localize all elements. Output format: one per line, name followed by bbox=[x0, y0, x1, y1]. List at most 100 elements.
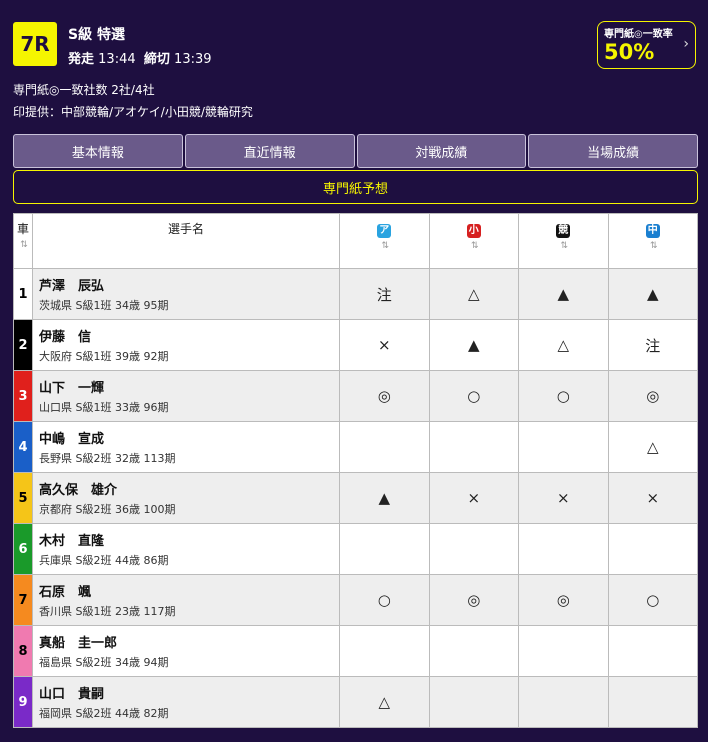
racer-cell[interactable]: 中嶋 宣成長野県 S級2班 32歳 113期 bbox=[32, 421, 340, 473]
prediction-mark bbox=[428, 421, 519, 473]
racer-meta: 兵庫県 S級2班 44歳 86期 bbox=[39, 554, 169, 567]
prediction-mark bbox=[518, 625, 609, 677]
prediction-mark bbox=[428, 676, 519, 728]
col-car-header[interactable]: 車 ⇅ bbox=[13, 213, 33, 269]
racer-cell[interactable]: 高久保 雄介 京都府 S級2班 36歳 100期 bbox=[32, 472, 340, 524]
prediction-mark: 注 bbox=[339, 268, 430, 320]
mark-sources: 印提供：中部競輪/アオケイ/小田競/競輪研究 bbox=[13, 105, 253, 119]
prediction-mark bbox=[518, 523, 609, 575]
car-number: 8 bbox=[13, 625, 33, 677]
race-number-badge: 7R bbox=[13, 22, 57, 66]
start-label: 発走 bbox=[68, 52, 95, 67]
tab-head-to-head[interactable]: 対戦成績 bbox=[356, 134, 527, 168]
start-time: 13:44 bbox=[98, 52, 136, 67]
predictions-table: 車 ⇅ 選手名 ア ⇅ 小 ⇅ 競 ⇅ 中 ⇅ 1 芦澤 辰弘 茨城県 S級1班… bbox=[13, 213, 698, 728]
car-number: 9 bbox=[13, 676, 33, 728]
prediction-mark bbox=[518, 421, 609, 473]
close-time: 13:39 bbox=[174, 52, 212, 67]
sort-icon: ⇅ bbox=[560, 241, 568, 251]
prediction-mark: ○ bbox=[339, 574, 430, 626]
chevron-right-icon: › bbox=[683, 36, 689, 52]
table-row: 2 伊藤 信大阪府 S級1班 39歳 92期 × ▲ △ 注 bbox=[13, 319, 698, 371]
agreement-count: 専門紙◎一致社数 2社/4社 bbox=[13, 83, 155, 97]
racer-meta: 大阪府 S級1班 39歳 92期 bbox=[39, 350, 169, 363]
car-number: 6 bbox=[13, 523, 33, 575]
prediction-mark: ○ bbox=[518, 370, 609, 422]
table-row: 7 石原 颯香川県 S級1班 23歳 117期 ○ ◎ ◎ ○ bbox=[13, 574, 698, 626]
tab-venue-record[interactable]: 当場成績 bbox=[528, 134, 698, 168]
car-number: 3 bbox=[13, 370, 33, 422]
prediction-mark bbox=[339, 625, 430, 677]
car-number: 4 bbox=[13, 421, 33, 473]
racer-name[interactable]: 伊藤 信 bbox=[39, 326, 339, 345]
prediction-mark bbox=[428, 523, 519, 575]
publisher-keirin-kenkyu-icon: 競 bbox=[556, 224, 571, 238]
table-row: 3 山下 一輝 山口県 S級1班 33歳 96期 ◎ ○ ○ ◎ bbox=[13, 370, 698, 422]
sort-icon: ⇅ bbox=[649, 241, 658, 251]
prediction-mark: ▲ bbox=[339, 472, 430, 524]
col-name-header: 選手名 bbox=[32, 213, 340, 269]
racer-name[interactable]: 木村 直隆 bbox=[39, 530, 339, 549]
car-number: 7 bbox=[13, 574, 33, 626]
prediction-mark: × bbox=[428, 472, 519, 524]
racer-name[interactable]: 高久保 雄介 bbox=[39, 479, 339, 498]
col-publisher-header[interactable]: ア ⇅ bbox=[339, 213, 430, 269]
prediction-mark: △ bbox=[607, 421, 698, 473]
prediction-mark bbox=[607, 625, 698, 677]
car-number: 1 bbox=[13, 268, 33, 320]
racer-name[interactable]: 中嶋 宣成 bbox=[39, 428, 339, 447]
prediction-mark: ○ bbox=[607, 574, 698, 626]
col-car-label: 車 bbox=[16, 222, 29, 236]
prediction-mark: ▲ bbox=[607, 268, 698, 320]
racer-name[interactable]: 芦澤 辰弘 bbox=[39, 275, 339, 294]
prediction-mark bbox=[339, 421, 430, 473]
col-publisher-header[interactable]: 競 ⇅ bbox=[518, 213, 609, 269]
publisher-chubu-keirin-icon: 中 bbox=[645, 224, 660, 238]
race-times: 発走 13:44 締切 13:39 bbox=[68, 48, 212, 67]
racer-cell[interactable]: 芦澤 辰弘 茨城県 S級1班 34歳 95期 bbox=[32, 268, 340, 320]
racer-name[interactable]: 石原 颯 bbox=[39, 581, 339, 600]
prediction-mark: 注 bbox=[607, 319, 698, 371]
prediction-mark: ◎ bbox=[428, 574, 519, 626]
prediction-mark: ▲ bbox=[518, 268, 609, 320]
racer-meta: 長野県 S級2班 32歳 113期 bbox=[39, 452, 176, 465]
racer-name[interactable]: 山下 一輝 bbox=[39, 377, 339, 396]
prediction-mark: ○ bbox=[428, 370, 519, 422]
racer-cell[interactable]: 木村 直隆兵庫県 S級2班 44歳 86期 bbox=[32, 523, 340, 575]
col-publisher-header[interactable]: 中 ⇅ bbox=[607, 213, 698, 269]
prediction-mark bbox=[339, 523, 430, 575]
prediction-mark: × bbox=[607, 472, 698, 524]
prediction-mark: × bbox=[339, 319, 430, 371]
prediction-mark: △ bbox=[339, 676, 430, 728]
tab-basic-info[interactable]: 基本情報 bbox=[13, 134, 183, 168]
racer-cell[interactable]: 山口 貴嗣福岡県 S級2班 44歳 82期 bbox=[32, 676, 340, 728]
tab-newspaper-predictions[interactable]: 専門紙予想 bbox=[13, 170, 698, 204]
agreement-rate-label: 専門紙◎一致率 bbox=[604, 29, 673, 40]
table-row: 5 高久保 雄介 京都府 S級2班 36歳 100期 ▲ × × × bbox=[13, 472, 698, 524]
racer-cell[interactable]: 真船 圭一郎福島県 S級2班 34歳 94期 bbox=[32, 625, 340, 677]
publisher-aokei-icon: ア bbox=[377, 224, 392, 238]
tab-bar: 基本情報 直近情報 対戦成績 当場成績 bbox=[13, 134, 698, 168]
racer-meta: 福島県 S級2班 34歳 94期 bbox=[39, 656, 169, 669]
prediction-mark bbox=[607, 676, 698, 728]
racer-name[interactable]: 真船 圭一郎 bbox=[39, 632, 339, 651]
racer-name[interactable]: 山口 貴嗣 bbox=[39, 683, 339, 702]
col-publisher-header[interactable]: 小 ⇅ bbox=[428, 213, 519, 269]
racer-cell[interactable]: 石原 颯香川県 S級1班 23歳 117期 bbox=[32, 574, 340, 626]
table-row: 4 中嶋 宣成 長野県 S級2班 32歳 113期 △ bbox=[13, 421, 698, 473]
racer-meta: 福岡県 S級2班 44歳 82期 bbox=[39, 707, 169, 720]
table-row: 9 山口 貴嗣 福岡県 S級2班 44歳 82期 △ bbox=[13, 676, 698, 728]
sort-icon: ⇅ bbox=[20, 240, 28, 250]
car-number: 2 bbox=[13, 319, 33, 371]
prediction-mark: × bbox=[518, 472, 609, 524]
racer-cell[interactable]: 山下 一輝 山口県 S級1班 33歳 96期 bbox=[32, 370, 340, 422]
racer-meta: 香川県 S級1班 23歳 117期 bbox=[39, 605, 176, 618]
agreement-rate-button[interactable]: 専門紙◎一致率 50% › bbox=[597, 21, 696, 69]
prediction-mark: ◎ bbox=[607, 370, 698, 422]
tab-recent-info[interactable]: 直近情報 bbox=[184, 134, 355, 168]
racer-cell[interactable]: 伊藤 信大阪府 S級1班 39歳 92期 bbox=[32, 319, 340, 371]
table-row: 1 芦澤 辰弘 茨城県 S級1班 34歳 95期注 △ ▲ ▲ bbox=[13, 268, 698, 320]
prediction-mark bbox=[607, 523, 698, 575]
sort-icon: ⇅ bbox=[381, 241, 389, 251]
table-row: 6 木村 直隆 兵庫県 S級2班 44歳 86期 bbox=[13, 523, 698, 575]
